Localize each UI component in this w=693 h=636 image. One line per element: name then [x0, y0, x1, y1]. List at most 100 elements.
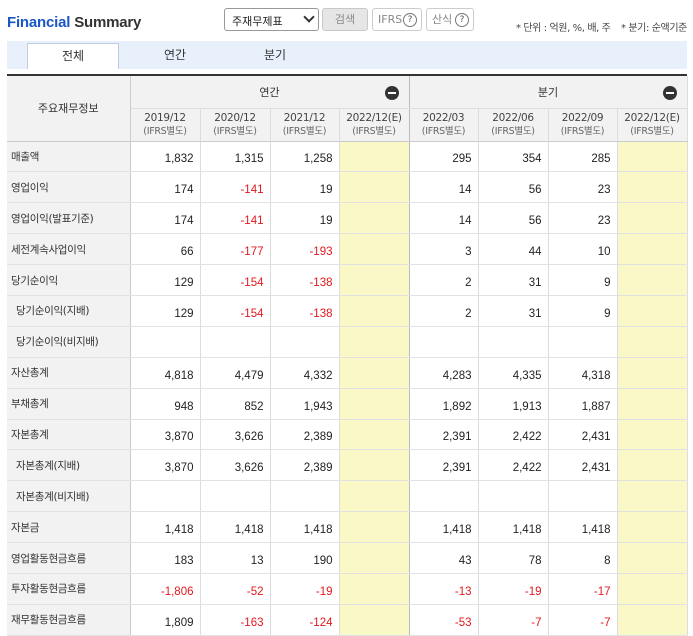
table-cell [617, 542, 688, 574]
tab-bar: 전체 연간 분기 [7, 41, 687, 69]
table-cell [339, 264, 410, 296]
table-cell: 1,315 [200, 141, 271, 173]
table-cell [478, 480, 549, 513]
group-annual-header: 연간 [130, 76, 410, 109]
table-cell [339, 604, 410, 636]
tab-all[interactable]: 전체 [27, 43, 119, 69]
table-cell [270, 326, 340, 358]
table-cell: 1,418 [409, 511, 479, 544]
table-cell [548, 480, 618, 513]
table-row: 자본총계(지배) 3,870 3,626 2,389 2,391 2,422 2,431 [7, 449, 688, 482]
table-cell: 19 [270, 171, 340, 204]
table-cell: 2,389 [270, 449, 340, 482]
table-cell: 1,418 [478, 511, 549, 544]
column-basis: (IFRS별도) [491, 125, 535, 137]
table-cell [339, 357, 410, 389]
formula-help-button[interactable]: 산식 ? [426, 8, 474, 31]
table-cell: 14 [409, 171, 479, 204]
top-bar: Financial Summary 주재무제표 검색 IFRS ? 산식 ? *… [0, 0, 693, 40]
table-cell: 129 [130, 295, 201, 327]
group-quarter-header: 분기 [409, 76, 688, 109]
table-cell: 44 [478, 233, 549, 266]
table-cell [409, 326, 479, 358]
column-basis: (IFRS별도) [213, 125, 257, 137]
column-period: 2022/06 [492, 111, 534, 124]
table-cell: -138 [270, 295, 340, 327]
row-label: 재무활동현금흐름 [7, 604, 131, 636]
table-row: 세전계속사업이익 66 -177 -193 3 44 10 [7, 233, 688, 266]
table-cell: 4,479 [200, 357, 271, 389]
row-label: 당기순이익(비지배) [7, 326, 131, 358]
table-cell: -154 [200, 264, 271, 296]
question-icon: ? [403, 13, 417, 27]
table-cell: 183 [130, 542, 201, 574]
column-period: 2022/09 [561, 111, 604, 124]
statement-type-select[interactable]: 주재무제표 [224, 8, 319, 31]
table-row: 부채총계 948 852 1,943 1,892 1,913 1,887 [7, 388, 688, 420]
table-cell: -154 [200, 295, 271, 327]
row-label: 자본총계(비지배) [7, 480, 131, 513]
table-cell [339, 449, 410, 482]
table-cell [339, 141, 410, 173]
table-cell: 1,258 [270, 141, 340, 173]
ifrs-help-button[interactable]: IFRS ? [372, 8, 422, 31]
row-label: 영업활동현금흐름 [7, 542, 131, 574]
table-cell [617, 357, 688, 389]
search-button[interactable]: 검색 [322, 8, 368, 31]
table-cell: -7 [478, 604, 549, 636]
table-cell: 2,391 [409, 449, 479, 482]
table-cell: 2,431 [548, 449, 618, 482]
table-cell: 2,391 [409, 419, 479, 451]
column-period: 2022/12(E) [624, 111, 680, 124]
table-cell: 354 [478, 141, 549, 173]
row-label: 당기순이익(지배) [7, 295, 131, 327]
column-header: 2019/12 (IFRS별도) [130, 108, 201, 142]
table-cell: 1,887 [548, 388, 618, 420]
title-financial: Financial [7, 14, 71, 31]
table-cell [617, 388, 688, 420]
table-row: 영업이익 174 -141 19 14 56 23 [7, 171, 688, 204]
table-cell: 4,335 [478, 357, 549, 389]
table-cell [617, 171, 688, 204]
row-label: 자본총계(지배) [7, 449, 131, 482]
table-cell [617, 202, 688, 235]
table-cell [548, 326, 618, 358]
column-basis: (IFRS별도) [352, 125, 396, 137]
collapse-quarter-icon[interactable] [662, 86, 677, 100]
table-cell [617, 449, 688, 482]
table-cell [200, 480, 271, 513]
table-cell: -141 [200, 202, 271, 235]
collapse-annual-icon[interactable] [384, 86, 399, 100]
table-cell: 129 [130, 264, 201, 296]
column-header: 2022/12(E) (IFRS별도) [617, 108, 688, 142]
table-cell: 3,870 [130, 419, 201, 451]
title-summary: Summary [74, 14, 142, 31]
column-basis: (IFRS별도) [421, 125, 466, 137]
table-cell [617, 295, 688, 327]
table-cell: 3,626 [200, 449, 271, 482]
table-cell: 4,318 [548, 357, 618, 389]
table-cell: 285 [548, 141, 618, 173]
table-cell: 31 [478, 295, 549, 327]
ifrs-label: IFRS [378, 13, 403, 26]
financial-summary-table: 주요재무정보 연간 분기 2019/12 (IFRS별도) 2020/12 (IFRS… [7, 74, 688, 636]
table-cell [270, 480, 340, 513]
table-cell: 2 [409, 295, 479, 327]
column-header: 2021/12 (IFRS별도) [270, 108, 340, 142]
table-cell: -141 [200, 171, 271, 204]
table-cell: 174 [130, 171, 201, 204]
table-cell: 19 [270, 202, 340, 235]
table-cell: -19 [478, 573, 549, 605]
tab-annual[interactable]: 연간 [129, 43, 221, 69]
table-cell: -177 [200, 233, 271, 266]
column-period: 2020/12 [214, 111, 256, 124]
column-header: 2022/03 (IFRS별도) [409, 108, 479, 142]
table-row: 당기순이익(지배) 129 -154 -138 2 31 9 [7, 295, 688, 327]
question-icon: ? [455, 13, 469, 27]
column-basis: (IFRS별도) [282, 125, 327, 137]
tab-quarterly[interactable]: 분기 [229, 43, 321, 69]
row-label: 영업이익(발표기준) [7, 202, 131, 235]
unit-note: * 단위 : 억원, %, 배, 주 [516, 23, 611, 34]
table-row: 당기순이익 129 -154 -138 2 31 9 [7, 264, 688, 296]
row-label: 자본총계 [7, 419, 131, 451]
